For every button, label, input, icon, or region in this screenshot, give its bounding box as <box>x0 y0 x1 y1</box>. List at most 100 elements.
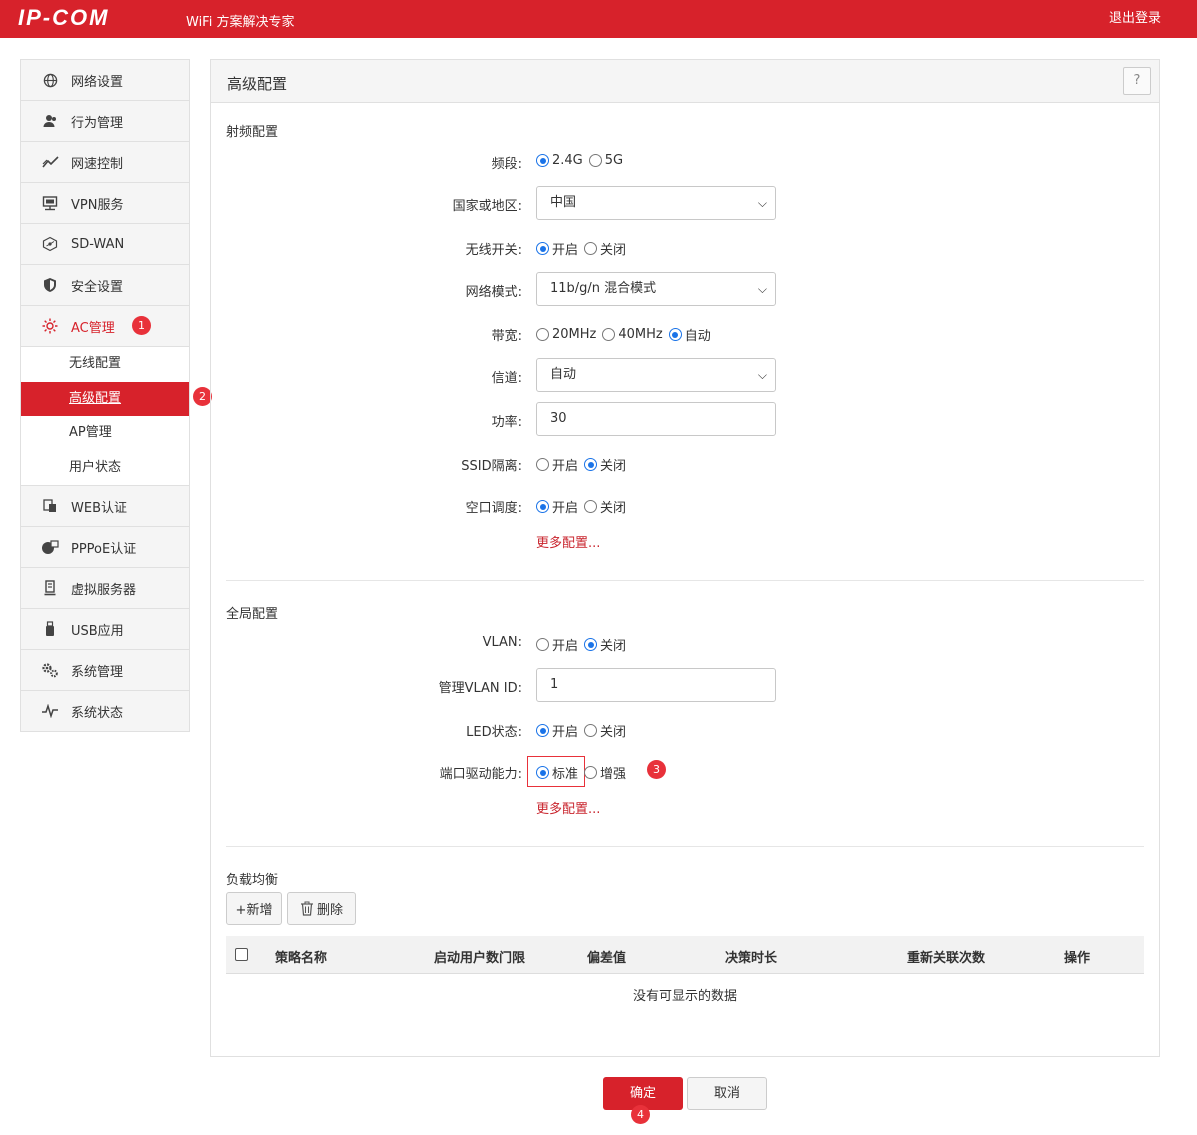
vlan-label: VLAN: <box>482 635 522 650</box>
ssid-isolation-radio-group: 开启 关闭 <box>536 455 632 474</box>
submenu-item-ap-management[interactable]: AP管理 <box>21 416 189 451</box>
airtime-off-option[interactable]: 关闭 <box>584 497 626 516</box>
column-header-reassociation-count[interactable]: 重新关联次数 <box>907 947 985 966</box>
led-off-option[interactable]: 关闭 <box>584 721 626 740</box>
sidebar-item-network-settings[interactable]: 网络设置 <box>21 60 189 101</box>
power-input[interactable]: 30 <box>536 402 776 436</box>
radio-button[interactable] <box>668 328 682 341</box>
ssid-isolation-on-option[interactable]: 开启 <box>536 455 578 474</box>
port-drive-enhanced-option[interactable]: 增强 <box>584 763 626 782</box>
usb-icon <box>41 620 59 638</box>
radio-button[interactable] <box>584 638 598 651</box>
sidebar-item-sdwan[interactable]: SD-WAN <box>21 224 189 265</box>
port-drive-standard-option[interactable]: 标准 <box>536 763 578 782</box>
airtime-on-option[interactable]: 开启 <box>536 497 578 516</box>
global-more-config-link[interactable]: 更多配置... <box>536 798 600 817</box>
radio-label: 自动 <box>684 329 711 344</box>
help-button[interactable]: ? <box>1123 67 1151 95</box>
column-header-deviation[interactable]: 偏差值 <box>587 947 626 966</box>
vlan-off-option[interactable]: 关闭 <box>584 635 626 654</box>
sdwan-icon <box>41 235 59 253</box>
radio-button[interactable] <box>584 242 598 255</box>
radio-label: 开启 <box>552 725 579 740</box>
radio-button[interactable] <box>536 242 549 255</box>
globe-icon <box>41 71 59 89</box>
sidebar-item-web-auth[interactable]: WEB认证 <box>21 486 189 527</box>
network-mode-select[interactable]: 11b/g/n 混合模式 ⌵ <box>536 272 776 306</box>
radio-label: 40MHz <box>618 327 663 342</box>
radio-button[interactable] <box>588 154 602 167</box>
delete-button[interactable]: 删除 <box>287 892 356 925</box>
airtime-scheduling-radio-group: 开启 关闭 <box>536 497 632 516</box>
sidebar-item-system-management[interactable]: 系统管理 <box>21 650 189 691</box>
wireless-switch-label: 无线开关: <box>465 243 522 258</box>
sidebar-item-label: 安全设置 <box>71 279 124 295</box>
gears-icon <box>41 661 59 679</box>
sidebar-item-ac-management[interactable]: AC管理 1 <box>21 306 189 347</box>
sidebar-item-pppoe-auth[interactable]: PPPoE认证 <box>21 527 189 568</box>
sidebar-item-label: 虚拟服务器 <box>71 582 137 598</box>
radio-button[interactable] <box>536 638 549 651</box>
column-header-user-threshold[interactable]: 启动用户数门限 <box>434 947 525 966</box>
radio-button[interactable] <box>536 458 549 471</box>
wireless-on-option[interactable]: 开启 <box>536 239 578 258</box>
sidebar-item-behavior[interactable]: 行为管理 <box>21 101 189 142</box>
radio-button[interactable] <box>536 154 549 167</box>
bandwidth-label: 带宽: <box>491 329 522 344</box>
radio-label: 开启 <box>552 243 579 258</box>
bandwidth-20mhz-option[interactable]: 20MHz <box>536 327 596 342</box>
sidebar-item-usb[interactable]: USB应用 <box>21 609 189 650</box>
band-option-5g[interactable]: 5G <box>588 153 623 168</box>
bandwidth-auto-option[interactable]: 自动 <box>668 325 711 344</box>
mgmt-vlan-id-input[interactable]: 1 <box>536 668 776 702</box>
step-badge-4: 4 <box>631 1105 650 1124</box>
pulse-icon <box>41 702 59 720</box>
led-on-option[interactable]: 开启 <box>536 721 578 740</box>
vlan-on-option[interactable]: 开启 <box>536 635 578 654</box>
channel-select[interactable]: 自动 ⌵ <box>536 358 776 392</box>
radio-button[interactable] <box>584 458 598 471</box>
bandwidth-40mhz-option[interactable]: 40MHz <box>602 327 663 342</box>
led-status-label: LED状态: <box>466 725 522 740</box>
radio-button[interactable] <box>536 766 549 779</box>
radio-label: 标准 <box>552 767 579 782</box>
radio-button[interactable] <box>536 724 549 737</box>
radio-button[interactable] <box>602 328 616 341</box>
rf-more-config-link[interactable]: 更多配置... <box>536 532 600 551</box>
chevron-down-icon: ⌵ <box>757 368 767 382</box>
sidebar-item-label: PPPoE认证 <box>71 541 137 557</box>
column-header-policy-name[interactable]: 策略名称 <box>275 947 327 966</box>
ssid-isolation-off-option[interactable]: 关闭 <box>584 455 626 474</box>
sidebar-item-speed-control[interactable]: 网速控制 <box>21 142 189 183</box>
section-divider <box>226 846 1144 847</box>
sidebar-item-system-status[interactable]: 系统状态 <box>21 691 189 732</box>
add-button[interactable]: +新增 <box>226 892 282 925</box>
radio-button[interactable] <box>584 766 598 779</box>
select-all-checkbox[interactable] <box>235 948 248 961</box>
cancel-button[interactable]: 取消 <box>687 1077 767 1110</box>
ssid-isolation-label: SSID隔离: <box>461 459 522 474</box>
logout-link[interactable]: 退出登录 <box>1109 7 1161 26</box>
sidebar-item-vpn[interactable]: VPN服务 <box>21 183 189 224</box>
radio-label: 开启 <box>552 501 579 516</box>
radio-button[interactable] <box>584 500 598 513</box>
column-header-decision-time[interactable]: 决策时长 <box>725 947 777 966</box>
band-option-2-4g[interactable]: 2.4G <box>536 153 583 168</box>
pppoe-icon <box>41 538 59 556</box>
country-select[interactable]: 中国 ⌵ <box>536 186 776 220</box>
radio-label: 2.4G <box>552 153 583 168</box>
empty-table-message: 没有可显示的数据 <box>632 989 737 1004</box>
radio-button[interactable] <box>536 328 549 341</box>
gear-network-icon <box>41 317 59 335</box>
wireless-off-option[interactable]: 关闭 <box>584 239 626 258</box>
submenu-item-wireless-config[interactable]: 无线配置 <box>21 347 189 382</box>
section-title-global: 全局配置 <box>226 607 279 622</box>
sidebar-item-security[interactable]: 安全设置 <box>21 265 189 306</box>
sidebar-item-virtual-server[interactable]: 虚拟服务器 <box>21 568 189 609</box>
radio-button[interactable] <box>584 724 598 737</box>
select-value: 中国 <box>550 195 577 210</box>
radio-button[interactable] <box>536 500 549 513</box>
submenu-item-user-status[interactable]: 用户状态 <box>21 451 189 486</box>
port-drive-label: 端口驱动能力: <box>439 767 522 782</box>
submenu-item-advanced-config[interactable]: 高级配置 <box>21 381 189 416</box>
